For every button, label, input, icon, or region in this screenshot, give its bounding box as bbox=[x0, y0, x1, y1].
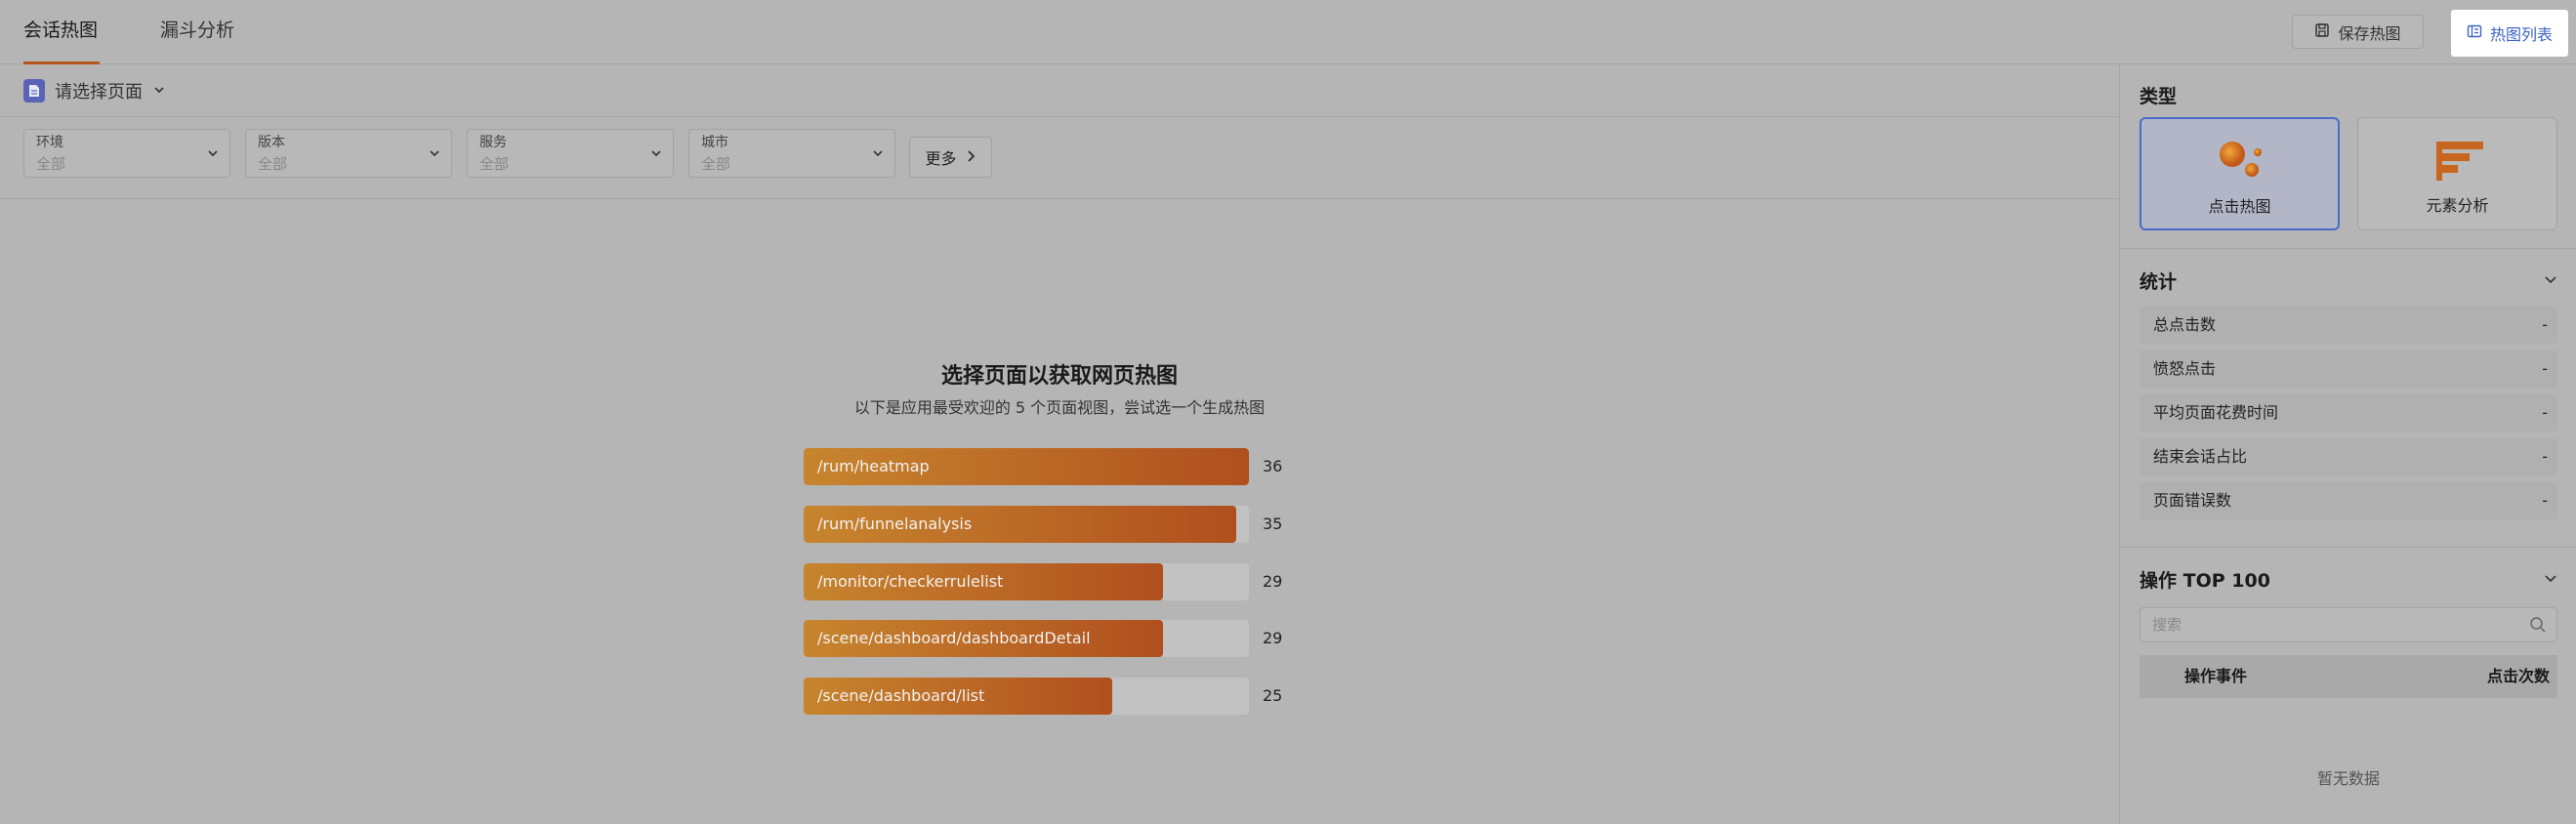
stat-row-rage-clicks: 愤怒点击 - bbox=[2140, 350, 2557, 388]
list-icon bbox=[2467, 23, 2482, 43]
stat-name: 页面错误数 bbox=[2153, 491, 2232, 510]
document-icon bbox=[23, 79, 45, 103]
stat-row-exit-rate: 结束会话占比 - bbox=[2140, 438, 2557, 475]
filter-service[interactable]: 服务 全部 bbox=[467, 129, 674, 178]
bar-track: /monitor/checkerrulelist bbox=[804, 563, 1249, 600]
stat-name: 结束会话占比 bbox=[2153, 447, 2248, 466]
stat-row-total-clicks: 总点击数 - bbox=[2140, 307, 2557, 344]
stat-row-page-errors: 页面错误数 - bbox=[2140, 482, 2557, 519]
page-select-bar: 请选择页面 bbox=[0, 64, 2119, 117]
stat-value: - bbox=[2542, 491, 2548, 510]
bar-track: /scene/dashboard/list bbox=[804, 678, 1249, 715]
filter-value: 全部 bbox=[701, 155, 731, 173]
filter-value: 全部 bbox=[36, 155, 66, 173]
top-page-row[interactable]: /scene/dashboard/list 25 bbox=[804, 678, 1311, 715]
chevron-down-icon bbox=[206, 145, 220, 164]
page-select-placeholder: 请选择页面 bbox=[55, 82, 143, 103]
right-panel: 类型 点击热图 元素分析 统计 总点击数 - 愤怒点击 - 平均页面花费时间 - 结束… bbox=[2119, 64, 2576, 824]
top-page-row[interactable]: /rum/funnelanalysis 35 bbox=[804, 506, 1311, 543]
stat-row-avg-time: 平均页面花费时间 - bbox=[2140, 394, 2557, 432]
click-heatmap-icon bbox=[2215, 137, 2269, 189]
page-view-count: 35 bbox=[1263, 515, 1283, 533]
search-placeholder: 搜索 bbox=[2152, 616, 2182, 634]
filter-label: 环境 bbox=[36, 135, 63, 150]
filter-label: 城市 bbox=[701, 135, 728, 150]
page-path: /scene/dashboard/list bbox=[817, 686, 985, 705]
filter-version[interactable]: 版本 全部 bbox=[245, 129, 452, 178]
bar-track: /scene/dashboard/dashboardDetail bbox=[804, 620, 1249, 657]
type-label: 元素分析 bbox=[2426, 196, 2489, 215]
chevron-down-icon bbox=[649, 145, 663, 164]
empty-state-title: 选择页面以获取网页热图 bbox=[940, 364, 1178, 389]
ops-search-input[interactable]: 搜索 bbox=[2140, 607, 2557, 642]
ops-table-header: 操作事件 点击次数 bbox=[2140, 655, 2557, 698]
stat-value: - bbox=[2542, 315, 2548, 334]
element-analysis-icon bbox=[2434, 140, 2485, 186]
stat-name: 平均页面花费时间 bbox=[2153, 403, 2279, 422]
tab-session-heatmap[interactable]: 会话热图 bbox=[23, 0, 100, 64]
page-path: /monitor/checkerrulelist bbox=[817, 572, 1004, 591]
top-page-row[interactable]: /rum/heatmap 36 bbox=[804, 448, 1311, 485]
empty-state-subtitle: 以下是应用最受欢迎的 5 个页面视图，尝试选一个生成热图 bbox=[853, 398, 1266, 417]
stat-value: - bbox=[2542, 447, 2548, 466]
search-icon bbox=[2529, 616, 2547, 638]
bar-track: /rum/funnelanalysis bbox=[804, 506, 1249, 543]
save-icon bbox=[2314, 22, 2330, 42]
main-content: 选择页面以获取网页热图 以下是应用最受欢迎的 5 个页面视图，尝试选一个生成热图… bbox=[0, 199, 2119, 824]
more-filters-button[interactable]: 更多 bbox=[909, 137, 992, 178]
page-path: /rum/funnelanalysis bbox=[817, 515, 973, 533]
filter-value: 全部 bbox=[479, 155, 510, 173]
type-label: 点击热图 bbox=[2208, 197, 2271, 216]
column-header-clicks[interactable]: 点击次数 bbox=[2487, 655, 2550, 698]
filter-environment[interactable]: 环境 全部 bbox=[23, 129, 230, 178]
save-heatmap-button[interactable]: 保存热图 bbox=[2292, 15, 2424, 49]
page-path: /scene/dashboard/dashboardDetail bbox=[817, 629, 1091, 647]
type-card-click-heatmap[interactable]: 点击热图 bbox=[2140, 117, 2340, 230]
stat-name: 总点击数 bbox=[2153, 315, 2217, 334]
stat-value: - bbox=[2542, 359, 2548, 378]
save-heatmap-label: 保存热图 bbox=[2338, 23, 2401, 43]
top-page-row[interactable]: /scene/dashboard/dashboardDetail 29 bbox=[804, 620, 1311, 657]
page-path: /rum/heatmap bbox=[817, 457, 930, 475]
chevron-down-icon[interactable] bbox=[2543, 271, 2558, 291]
empty-table-text: 暂无数据 bbox=[2316, 769, 2380, 788]
page-select-dropdown[interactable]: 请选择页面 bbox=[23, 78, 166, 103]
divider bbox=[2120, 248, 2576, 249]
page-view-count: 36 bbox=[1263, 457, 1283, 475]
chevron-down-icon bbox=[152, 81, 166, 102]
top-tab-bar: 会话热图 漏斗分析 保存热图 热图列表 bbox=[0, 0, 2576, 64]
page-view-count: 29 bbox=[1263, 629, 1283, 647]
divider bbox=[2120, 547, 2576, 548]
type-card-element-analysis[interactable]: 元素分析 bbox=[2357, 117, 2557, 230]
stat-name: 愤怒点击 bbox=[2153, 359, 2217, 378]
type-section-title: 类型 bbox=[2140, 86, 2178, 107]
stats-section-title: 统计 bbox=[2140, 271, 2178, 293]
filter-label: 版本 bbox=[258, 135, 285, 150]
more-label: 更多 bbox=[925, 149, 957, 168]
stat-value: - bbox=[2542, 403, 2548, 422]
top-page-row[interactable]: /monitor/checkerrulelist 29 bbox=[804, 563, 1311, 600]
ops-section-title: 操作 TOP 100 bbox=[2140, 570, 2270, 592]
page-view-count: 25 bbox=[1263, 686, 1283, 705]
heatmap-list-label: 热图列表 bbox=[2489, 25, 2553, 44]
page-view-count: 29 bbox=[1263, 572, 1283, 591]
chevron-right-icon bbox=[965, 148, 976, 167]
chevron-down-icon bbox=[871, 145, 885, 164]
bar-track: /rum/heatmap bbox=[804, 448, 1249, 485]
chevron-down-icon[interactable] bbox=[2543, 570, 2558, 590]
column-header-event[interactable]: 操作事件 bbox=[2184, 655, 2247, 698]
chevron-down-icon bbox=[428, 145, 441, 164]
filter-value: 全部 bbox=[258, 155, 288, 173]
tab-funnel-analysis[interactable]: 漏斗分析 bbox=[160, 0, 234, 64]
filter-label: 服务 bbox=[479, 135, 507, 150]
filter-bar: 环境 全部 版本 全部 服务 全部 城市 全部 更多 bbox=[0, 117, 2119, 199]
heatmap-list-button[interactable]: 热图列表 bbox=[2451, 10, 2568, 57]
filter-city[interactable]: 城市 全部 bbox=[688, 129, 895, 178]
